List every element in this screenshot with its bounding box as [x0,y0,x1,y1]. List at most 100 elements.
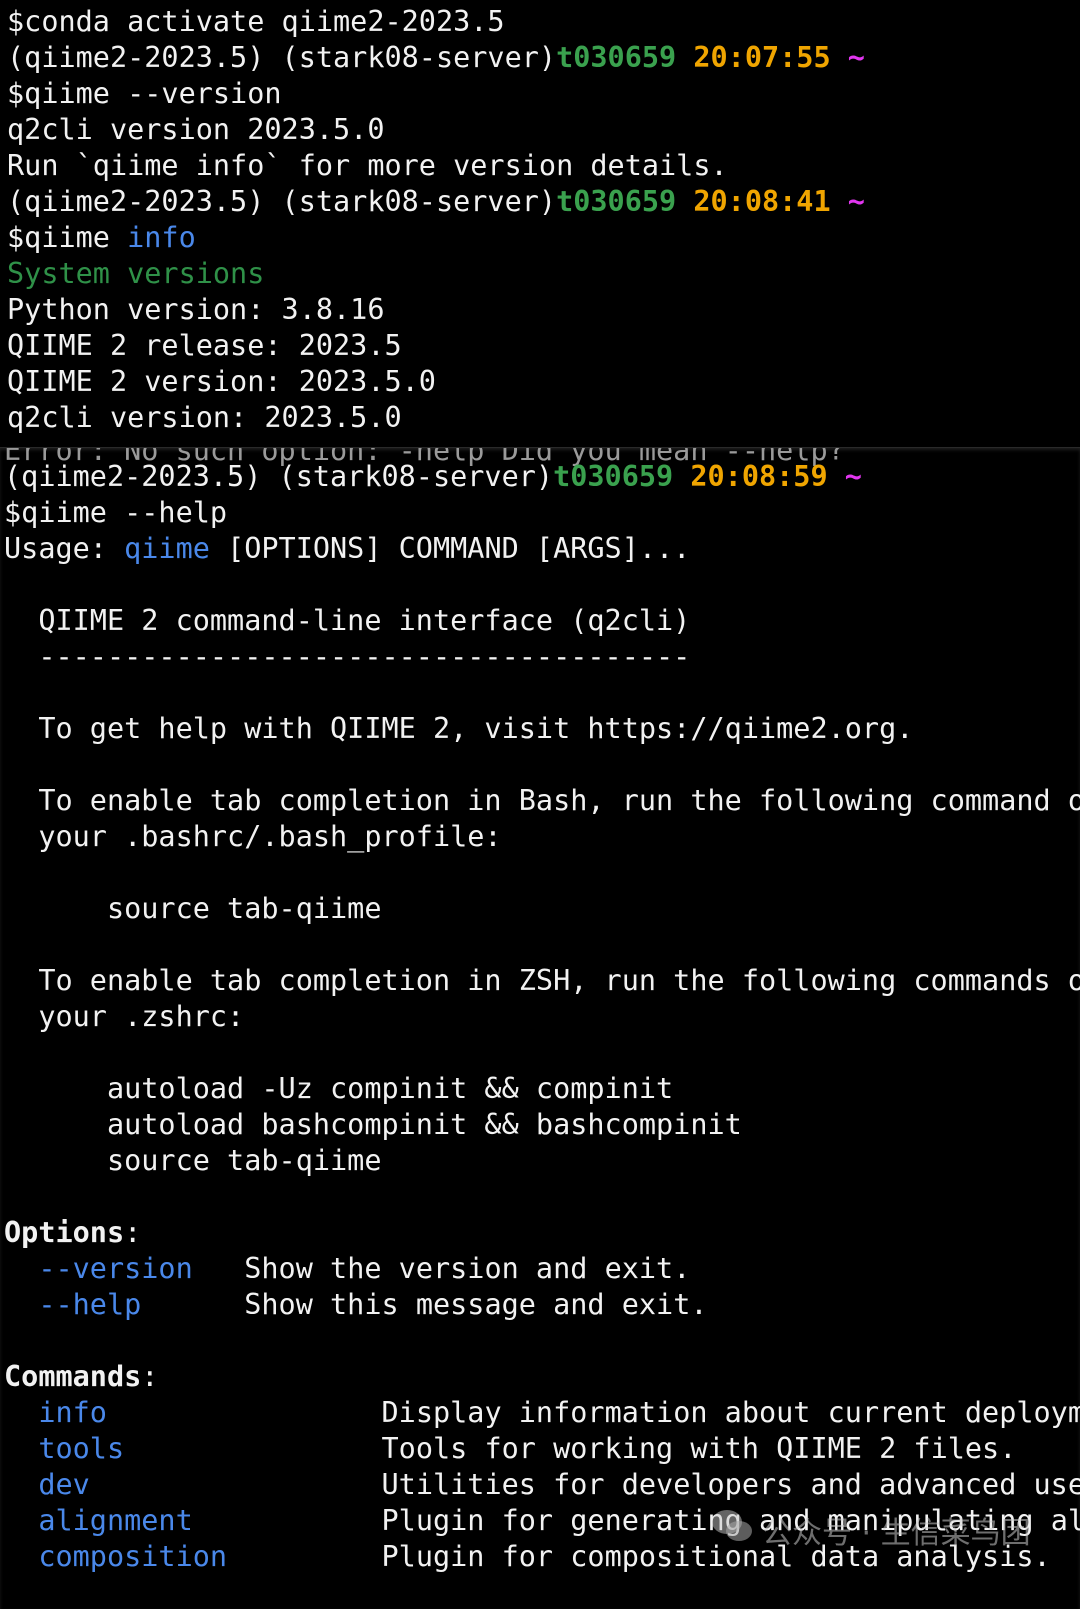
terminal-text-segment: 20:07:55 [693,41,831,74]
terminal-text-segment: q2cli version 2023.5.0 [7,113,385,146]
terminal-text-segment: alignment [38,1504,193,1537]
terminal-text-segment: info [127,221,196,254]
terminal-line: $qiime --help [4,495,227,531]
terminal-text-segment: ~ [830,41,865,74]
terminal-text-segment: --version [38,1252,193,1285]
terminal-text-segment: Plugin for generating and manipulating a… [381,1504,1080,1537]
terminal-text-segment: $qiime --help [4,496,228,529]
terminal-text-segment: source tab-qiime [4,1144,382,1177]
terminal-line: Commands: [4,1359,158,1395]
terminal-text-segment: q2cli version: 2023.5.0 [7,401,402,434]
terminal-line: Run `qiime info` for more version detail… [7,148,728,184]
terminal-text-segment: qiime [124,532,210,565]
terminal-text-segment: : [141,1360,159,1393]
terminal-text-segment: QIIME 2 version: 2023.5.0 [7,365,436,398]
terminal-text-segment: QIIME 2 release: 2023.5 [7,329,402,362]
terminal-text-segment: ~ [827,460,862,493]
terminal-line: source tab-qiime [4,891,382,927]
terminal-line: tools Tools for working with QIIME 2 fil… [4,1431,1016,1467]
terminal-text-segment: To enable tab completion in Bash, run th… [38,784,1080,817]
terminal-text-segment: your .zshrc: [4,1000,245,1033]
terminal-line: Python version: 3.8.16 [7,292,385,328]
terminal-text-segment: --help [38,1288,142,1321]
terminal-text-segment: dev [38,1468,90,1501]
terminal-text-segment: Display information about current deploy… [106,1396,1080,1429]
terminal-line: composition Plugin for compositional dat… [4,1539,1051,1575]
terminal-line: --version Show the version and exit. [4,1251,690,1287]
terminal-text-segment: 20:08:59 [690,460,828,493]
terminal-text-segment: (qiime2-2023.5) (stark08-server) [7,41,557,74]
terminal-output-top: $conda activate qiime2-2023.5 (qiime2-202… [0,0,1080,447]
terminal-text-segment: Commands [4,1360,142,1393]
terminal-line: (qiime2-2023.5) (stark08-server)t030659 … [7,184,865,220]
terminal-text-segment: To get help with QIIME 2, visit https://… [4,712,914,745]
terminal-line: (qiime2-2023.5) (stark08-server)t030659 … [7,40,865,76]
terminal-line: q2cli version: 2023.5.0 [7,400,402,436]
terminal-line: $qiime info [7,220,196,256]
terminal-line: To enable tab completion in ZSH, run the… [4,963,1080,999]
terminal-text-segment: -------------------------------------- [4,640,691,673]
terminal-line: dev Utilities for developers and advance… [4,1467,1080,1503]
terminal-line: QIIME 2 command-line interface (q2cli) [4,603,690,639]
terminal-text-segment: Show this message and exit. [141,1288,708,1321]
terminal-text-segment: composition [38,1540,228,1573]
terminal-text-segment: Options [4,1216,125,1249]
terminal-text-segment: Run `qiime info` for more version detail… [7,149,728,182]
terminal-line: -------------------------------------- [4,639,690,675]
terminal-line: QIIME 2 version: 2023.5.0 [7,364,436,400]
terminal-text-segment: [OPTIONS] COMMAND [ARGS]... [209,532,691,565]
terminal-line: q2cli version 2023.5.0 [7,112,385,148]
terminal-text-segment: Python version: 3.8.16 [7,293,385,326]
terminal-text-segment: Utilities for developers and advanced us… [89,1468,1080,1501]
terminal-line: Usage: qiime [OPTIONS] COMMAND [ARGS]... [4,531,690,567]
terminal-text-segment: t030659 [553,460,674,493]
terminal-text-segment: System versions [7,257,265,290]
terminal-line: autoload -Uz compinit && compinit [4,1071,673,1107]
terminal-line: To get help with QIIME 2, visit https://… [4,711,913,747]
terminal-text-segment: tools [38,1432,125,1465]
terminal-text-segment: Show the version and exit. [192,1252,691,1285]
terminal-line: QIIME 2 release: 2023.5 [7,328,402,364]
terminal-text-segment: (qiime2-2023.5) (stark08-server) [4,460,554,493]
terminal-text-segment: ~ [830,185,865,218]
terminal-output-bottom: Error: No such option: -help Did you mea… [0,447,1080,1609]
terminal-text-segment: : [124,1216,142,1249]
terminal-line: your .bashrc/.bash_profile: [4,819,502,855]
terminal-text-segment: $qiime --version [7,77,282,110]
terminal-text-segment: $conda activate qiime2-2023.5 [7,5,505,38]
terminal-line: $conda activate qiime2-2023.5 [7,4,505,40]
terminal-text-segment: autoload -Uz compinit && compinit [4,1072,674,1105]
terminal-line: your .zshrc: [4,999,244,1035]
terminal-text-segment: To enable tab completion in ZSH, run the… [38,964,1080,997]
terminal-text-segment: 20:08:41 [693,185,831,218]
terminal-line: $qiime --version [7,76,282,112]
terminal-text-segment: source tab-qiime [4,892,382,925]
terminal-line: --help Show this message and exit. [4,1287,708,1323]
terminal-text-segment: autoload bashcompinit && bashcompinit [4,1108,742,1141]
terminal-text-segment: Plugin for compositional data analysis. [227,1540,1051,1573]
terminal-line: To enable tab completion in Bash, run th… [4,783,1080,819]
terminal-line: info Display information about current d… [4,1395,1080,1431]
terminal-text-segment: $qiime [7,221,128,254]
terminal-line: alignment Plugin for generating and mani… [4,1503,1080,1539]
terminal-line: autoload bashcompinit && bashcompinit [4,1107,742,1143]
terminal-line: source tab-qiime [4,1143,382,1179]
terminal-text-segment: (qiime2-2023.5) (stark08-server) [7,185,557,218]
terminal-text-segment: info [38,1396,107,1429]
terminal-line: (qiime2-2023.5) (stark08-server)t030659 … [4,459,862,495]
terminal-text-segment: Usage: [4,532,125,565]
terminal-line: Options: [4,1215,141,1251]
terminal-text-segment: QIIME 2 command-line interface (q2cli) [4,604,691,637]
terminal-text-segment: your .bashrc/.bash_profile: [4,820,502,853]
terminal-line: System versions [7,256,264,292]
